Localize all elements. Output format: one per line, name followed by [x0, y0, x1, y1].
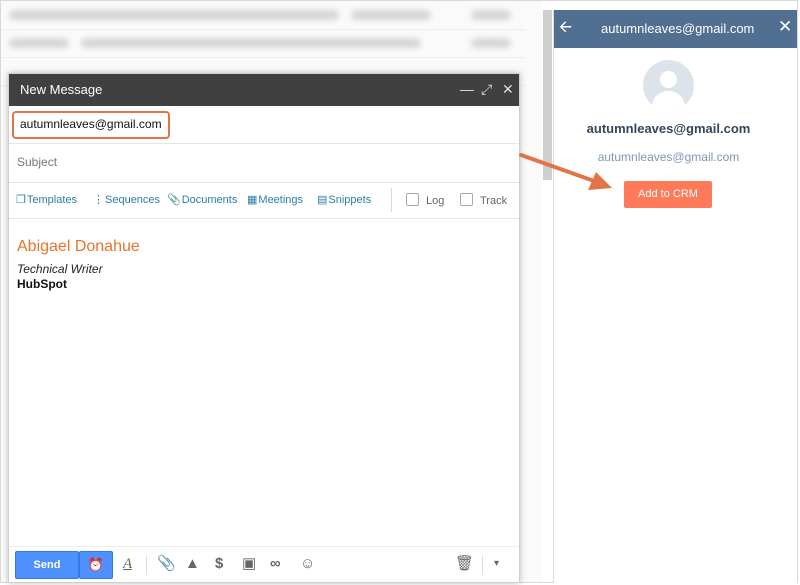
emoji-icon[interactable]: ☺: [300, 555, 315, 573]
meetings-button[interactable]: ▦Meetings: [247, 193, 303, 206]
templates-label: Templates: [26, 194, 78, 206]
hubspot-toolbar: ❐Templates ⋮Sequences 📎Documents ▦Meetin…: [9, 182, 519, 219]
toolbar-divider: [391, 188, 392, 212]
compose-bottom-toolbar: Send ⏰ A 📎 ▲ $ ▣ ∞ ☺ 🗑 ▾: [9, 546, 519, 583]
close-icon[interactable]: ✕: [502, 81, 514, 97]
signature-role: Technical Writer: [17, 262, 103, 276]
email-signature: Abigael Donahue Technical Writer HubSpot: [17, 238, 140, 291]
to-recipient-field[interactable]: autumnleaves@gmail.com: [12, 111, 170, 139]
sequences-label: Sequences: [105, 194, 161, 206]
attach-icon[interactable]: 📎: [157, 555, 176, 573]
contact-side-panel: 🡨 autumnleaves@gmail.com ✕ autumnleaves@…: [553, 10, 797, 583]
templates-button[interactable]: ❐Templates: [16, 193, 77, 206]
track-checkbox[interactable]: Track: [460, 193, 507, 207]
add-to-crm-button[interactable]: Add to CRM: [624, 181, 712, 208]
subject-placeholder: Subject: [17, 155, 58, 169]
trash-icon[interactable]: 🗑: [455, 555, 474, 573]
send-button[interactable]: Send: [15, 551, 79, 579]
track-checkbox-box[interactable]: [460, 193, 473, 206]
meetings-label: Meetings: [258, 194, 304, 206]
log-checkbox-box[interactable]: [406, 193, 419, 206]
alarm-icon: ⏰: [87, 557, 105, 572]
inbox-row: [1, 1, 525, 30]
documents-label: Documents: [181, 194, 238, 206]
contact-name: autumnleaves@gmail.com: [586, 121, 751, 136]
panel-title: autumnleaves@gmail.com: [601, 21, 755, 36]
documents-button[interactable]: 📎Documents: [167, 193, 237, 206]
drive-icon[interactable]: ▲: [185, 555, 200, 573]
panel-header: 🡨 autumnleaves@gmail.com ✕: [554, 10, 797, 48]
avatar-icon: [643, 60, 694, 111]
sequences-button[interactable]: ⋮Sequences: [93, 193, 160, 206]
formatting-icon[interactable]: A: [123, 555, 132, 573]
back-arrow-icon[interactable]: 🡨: [559, 19, 572, 37]
sequences-icon: ⋮: [93, 194, 104, 206]
more-options-icon[interactable]: ▾: [494, 555, 499, 573]
signature-company: HubSpot: [17, 277, 67, 291]
toolbar-divider: [482, 555, 483, 575]
log-checkbox[interactable]: Log: [406, 193, 444, 207]
inbox-row: [1, 29, 525, 58]
track-label: Track: [480, 195, 508, 207]
inbox-scrollbar[interactable]: [543, 10, 552, 180]
paperclip-icon: 📎: [167, 194, 181, 206]
to-row[interactable]: autumnleaves@gmail.com: [9, 106, 519, 144]
dollar-icon[interactable]: $: [215, 555, 223, 573]
close-icon[interactable]: ✕: [778, 18, 792, 36]
snippets-button[interactable]: ▤Snippets: [317, 193, 371, 206]
templates-icon: ❐: [16, 194, 26, 206]
calendar-icon: ▦: [247, 194, 258, 206]
signature-name: Abigael Donahue: [17, 238, 140, 255]
compose-title: New Message: [20, 82, 103, 97]
snippets-icon: ▤: [317, 194, 328, 206]
minimize-icon[interactable]: —: [460, 81, 474, 97]
compose-header: New Message — ⤢ ✕: [9, 74, 519, 106]
photo-icon[interactable]: ▣: [242, 555, 256, 573]
contact-email: autumnleaves@gmail.com: [597, 150, 740, 164]
expand-icon[interactable]: ⤢: [481, 81, 492, 97]
log-label: Log: [426, 195, 445, 207]
schedule-send-button[interactable]: ⏰: [79, 551, 113, 579]
link-icon[interactable]: ∞: [270, 555, 281, 573]
snippets-label: Snippets: [328, 194, 372, 206]
compose-window: New Message — ⤢ ✕ autumnleaves@gmail.com…: [8, 73, 520, 583]
toolbar-divider: [146, 555, 147, 575]
subject-field[interactable]: Subject: [9, 144, 519, 183]
